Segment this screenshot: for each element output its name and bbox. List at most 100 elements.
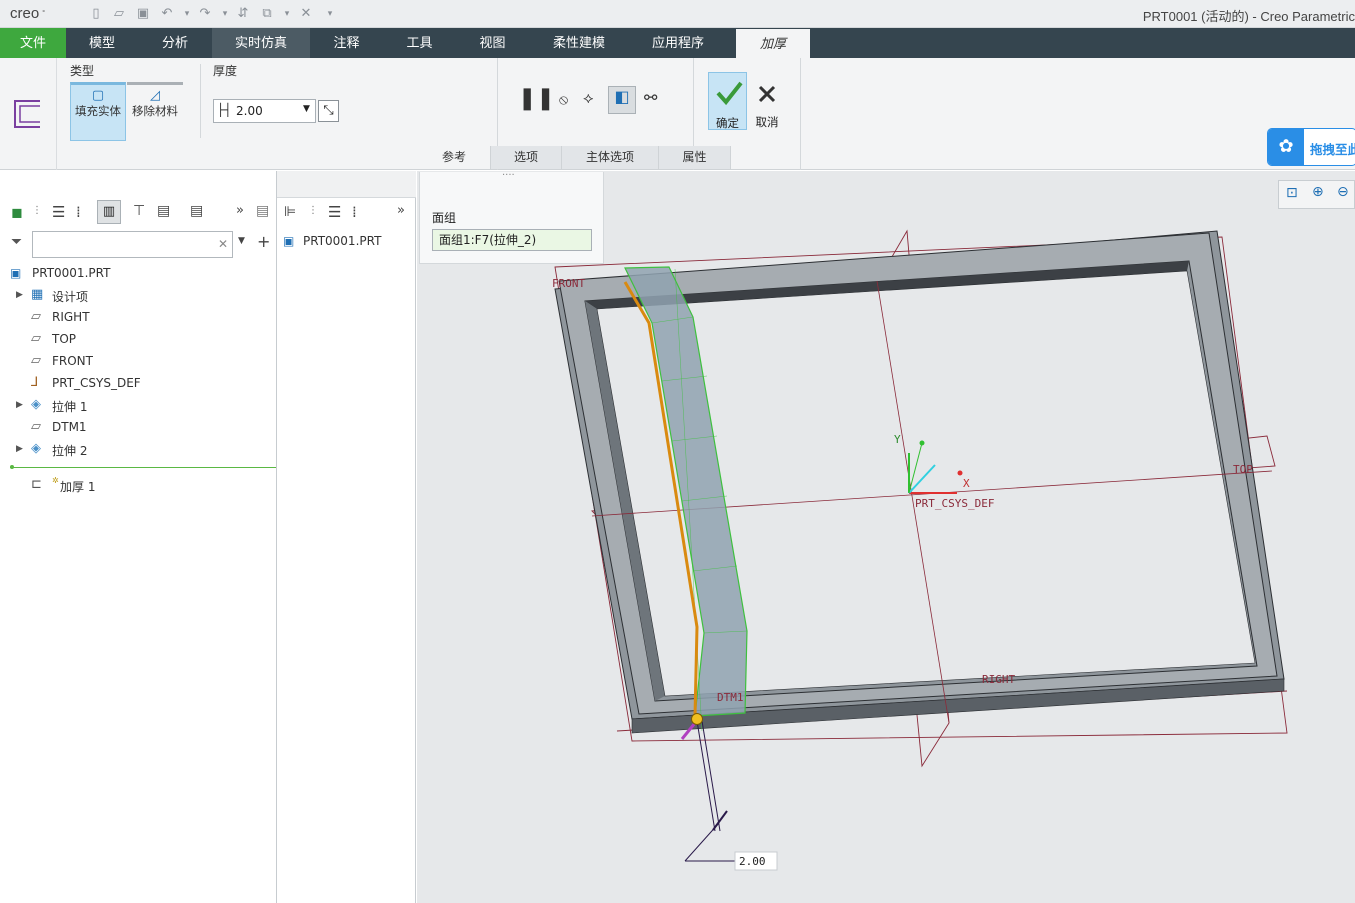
- tab-annotate[interactable]: 注释: [310, 28, 383, 58]
- cloud-icon: ✿: [1268, 129, 1304, 165]
- detail-icon[interactable]: ▤: [256, 203, 269, 219]
- dimension-value[interactable]: 2.00: [739, 855, 766, 868]
- open-file-icon[interactable]: ▱: [110, 5, 128, 23]
- tree-item-label: TOP: [52, 332, 77, 346]
- fill-solid-button[interactable]: ▢ 填充实体: [70, 82, 126, 141]
- model-3d-view[interactable]: FRONT TOP RIGHT DTM1 Y X PRT_CSYS_DEF 2.…: [417, 171, 1355, 903]
- datum-plane-icon: ▱: [31, 331, 41, 346]
- columns-icon[interactable]: ▤: [157, 203, 170, 219]
- tab-tools[interactable]: 工具: [383, 28, 456, 58]
- remove-material-button[interactable]: ◿ 移除材料: [127, 82, 183, 141]
- preview-geometry-icon[interactable]: ⟡: [583, 88, 594, 108]
- thickness-input[interactable]: ├┤ 2.00 ▼: [213, 99, 316, 123]
- new-file-icon[interactable]: ▯: [87, 5, 105, 23]
- no-preview-icon[interactable]: ⦸: [559, 92, 568, 108]
- references-panel: ···· 面组 面组1:F7(拉伸_2): [419, 170, 604, 264]
- cancel-button[interactable]: 取消: [752, 72, 782, 130]
- tree-item-extrude-1[interactable]: ▶ ◈ 拉伸 1: [0, 397, 270, 415]
- tree-columns-icon[interactable]: ⁞: [352, 203, 357, 221]
- customize-toolbar-icon[interactable]: ▾: [321, 5, 339, 23]
- tab-analysis[interactable]: 分析: [138, 28, 212, 58]
- expand-more-icon[interactable]: »: [236, 203, 244, 218]
- windows-icon[interactable]: ⧉: [258, 5, 276, 23]
- panel-grip[interactable]: ····: [502, 170, 515, 181]
- quilt-collector[interactable]: 面组1:F7(拉伸_2): [432, 229, 592, 251]
- layer-icon[interactable]: ⊫: [284, 204, 296, 220]
- add-icon[interactable]: +: [257, 232, 270, 251]
- insert-indicator[interactable]: [10, 467, 276, 468]
- tree-root[interactable]: ▣ PRT0001.PRT: [10, 265, 270, 283]
- undo-icon[interactable]: ↶: [158, 5, 176, 23]
- design-items-icon: ▦: [31, 287, 44, 302]
- expand-more-icon[interactable]: »: [397, 203, 405, 218]
- quilt-value: 面组1:F7(拉伸_2): [439, 233, 537, 247]
- clear-icon[interactable]: ✕: [218, 237, 228, 251]
- tree-item-label: PRT_CSYS_DEF: [52, 376, 141, 390]
- fill-solid-label: 填充实体: [75, 104, 121, 118]
- expand-arrow-icon[interactable]: ▶: [16, 290, 23, 300]
- model-tree-icon[interactable]: ◼: [11, 205, 23, 221]
- zoom-in-icon[interactable]: ⊕: [1312, 184, 1324, 200]
- windows-dropdown-icon[interactable]: ▾: [278, 5, 296, 23]
- show-tree-icon[interactable]: ☰: [328, 203, 341, 221]
- tree-item-front[interactable]: ▱ FRONT: [0, 353, 270, 371]
- tree-item-design-items[interactable]: ▶ ▦ 设计项: [0, 287, 270, 305]
- tree-item-csys[interactable]: ⅃ PRT_CSYS_DEF: [0, 375, 270, 393]
- tab-flexible-modeling[interactable]: 柔性建模: [529, 28, 629, 58]
- feature-preview-icon[interactable]: ◧: [608, 86, 636, 114]
- tab-thicken[interactable]: 加厚: [736, 29, 810, 58]
- ribbon-tab-bar: 文件 模型 分析 实时仿真 注释 工具 视图 柔性建模 应用程序 加厚: [0, 28, 1355, 58]
- settings-dots-icon[interactable]: ⋮: [32, 205, 42, 216]
- zoom-out-icon[interactable]: ⊖: [1337, 184, 1349, 200]
- dashboard-tab-properties[interactable]: 属性: [659, 146, 731, 169]
- thickness-dropdown-icon[interactable]: ▼: [303, 104, 310, 114]
- baidu-drag-button[interactable]: ✿ 拖拽至此: [1267, 128, 1355, 166]
- layer-item[interactable]: ▣ PRT0001.PRT: [283, 233, 408, 251]
- tab-applications[interactable]: 应用程序: [629, 28, 727, 58]
- tab-file[interactable]: 文件: [0, 28, 66, 58]
- dtm1-label: DTM1: [717, 691, 744, 704]
- flip-direction-icon[interactable]: ⤡: [318, 100, 339, 122]
- dashboard-tab-options[interactable]: 选项: [491, 146, 562, 169]
- pause-icon[interactable]: ❚❚: [518, 86, 555, 111]
- tree-item-dtm1[interactable]: ▱ DTM1: [0, 419, 270, 437]
- thickness-drag-handle[interactable]: [684, 720, 735, 862]
- tree-item-right[interactable]: ▱ RIGHT: [0, 309, 270, 327]
- dashboard-tab-references[interactable]: 参考: [418, 146, 491, 169]
- graphics-viewport[interactable]: FRONT TOP RIGHT DTM1 Y X PRT_CSYS_DEF 2.…: [417, 171, 1355, 903]
- show-tree-icon[interactable]: ☰: [52, 203, 65, 221]
- save-icon[interactable]: ▣: [134, 5, 152, 23]
- search-dropdown-icon[interactable]: ▼: [238, 236, 245, 246]
- refit-icon[interactable]: ⊡: [1286, 185, 1298, 201]
- tree-item-label: 设计项: [52, 290, 89, 304]
- tree-columns-icon[interactable]: ⁞: [76, 203, 81, 221]
- title-bar: creo ° ▯ ▱ ▣ ↶ ▾ ↷ ▾ ⇵ ⧉ ▾ ✕ ▾ PRT0001 (活…: [0, 0, 1355, 28]
- tree-item-top[interactable]: ▱ TOP: [0, 331, 270, 349]
- cancel-label: 取消: [755, 115, 779, 129]
- tab-simulation[interactable]: 实时仿真: [212, 28, 310, 58]
- thicken-feature-icon: [14, 100, 40, 128]
- redo-dropdown-icon[interactable]: ▾: [216, 5, 234, 23]
- expand-arrow-icon[interactable]: ▶: [16, 400, 23, 410]
- redo-icon[interactable]: ↷: [196, 5, 214, 23]
- undo-dropdown-icon[interactable]: ▾: [178, 5, 196, 23]
- settings-icon[interactable]: ⊤: [133, 203, 145, 219]
- tree-item-thicken-1[interactable]: ⊏ ✲ 加厚 1: [0, 476, 270, 495]
- ok-button[interactable]: 确定: [708, 72, 747, 130]
- dashboard-tab-body-options[interactable]: 主体选项: [562, 146, 659, 169]
- checkmark-icon: [716, 81, 743, 106]
- expand-arrow-icon[interactable]: ▶: [16, 444, 23, 454]
- layer-tree-icon[interactable]: ▤: [190, 203, 203, 219]
- regenerate-icon[interactable]: ⇵: [234, 5, 252, 23]
- close-window-icon[interactable]: ✕: [297, 5, 315, 23]
- tree-item-extrude-2[interactable]: ▶ ◈ 拉伸 2: [0, 441, 270, 459]
- filter-icon[interactable]: ⏷: [11, 234, 22, 250]
- search-input[interactable]: ✕: [32, 231, 233, 258]
- verify-glasses-icon[interactable]: ⚯: [644, 88, 657, 107]
- tab-model[interactable]: 模型: [66, 28, 138, 58]
- drag-handle-point[interactable]: [691, 713, 703, 725]
- dimension-icon: ├┤: [217, 103, 232, 117]
- tab-view[interactable]: 视图: [456, 28, 529, 58]
- settings-dots-icon[interactable]: ⋮: [308, 205, 318, 216]
- tree-filters-icon[interactable]: ▥: [97, 200, 121, 224]
